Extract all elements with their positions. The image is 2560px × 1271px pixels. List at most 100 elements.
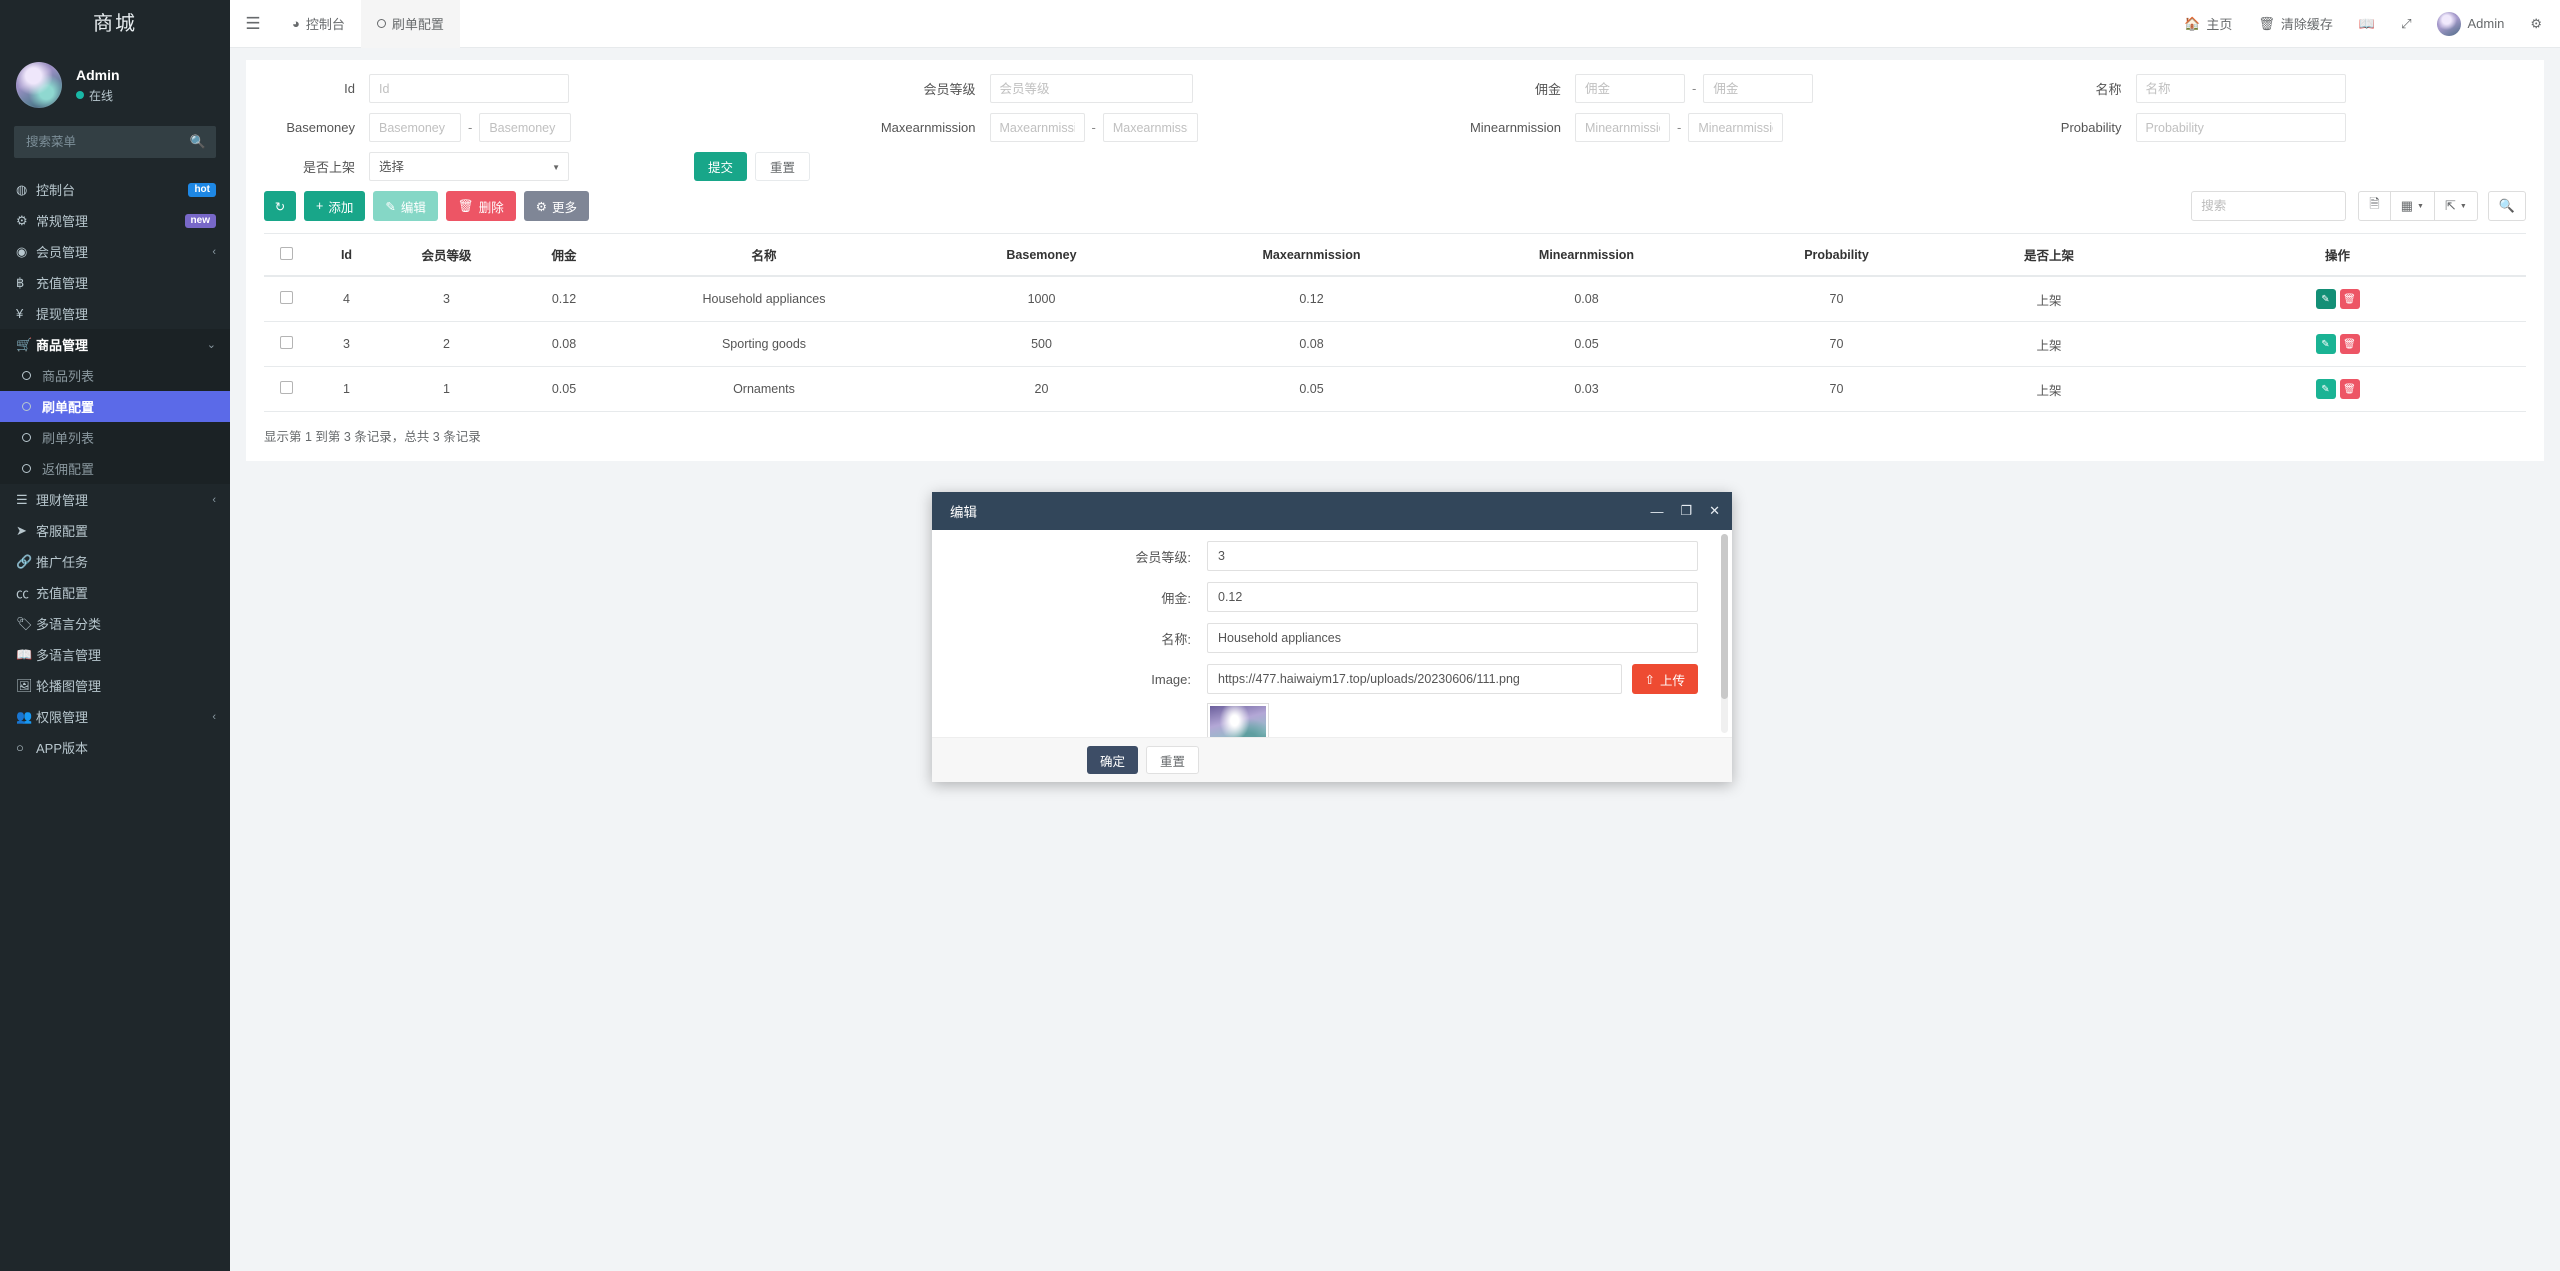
- th-minearn[interactable]: Minearnmission: [1449, 233, 1724, 277]
- close-icon[interactable]: ✕: [1709, 503, 1720, 519]
- home-button[interactable]: 🏠 主页: [2184, 14, 2232, 33]
- settings-button[interactable]: ⚙: [2530, 16, 2542, 32]
- th-name[interactable]: 名称: [619, 233, 909, 277]
- th-shelf[interactable]: 是否上架: [1949, 233, 2149, 277]
- cell-probability: 70: [1724, 276, 1949, 322]
- row-checkbox[interactable]: [280, 336, 293, 349]
- modal-input-image[interactable]: [1207, 664, 1622, 694]
- field-commission-max[interactable]: [1703, 74, 1814, 103]
- th-level[interactable]: 会员等级: [384, 233, 509, 277]
- user-panel[interactable]: Admin 在线: [0, 48, 230, 122]
- field-basemoney-min[interactable]: [369, 113, 461, 142]
- th-actions[interactable]: 操作: [2149, 233, 2526, 277]
- grid-view-button[interactable]: ▦ ▼: [2389, 191, 2435, 221]
- row-checkbox[interactable]: [280, 381, 293, 394]
- modal-header[interactable]: 编辑 — ❐ ✕: [932, 492, 1732, 530]
- sidebar-subitem-1[interactable]: 刷单配置: [0, 391, 230, 422]
- add-button[interactable]: + 添加: [304, 191, 366, 221]
- cell-id: 4: [309, 276, 384, 322]
- sidebar-subitem-3[interactable]: 返佣配置: [0, 453, 230, 484]
- delete-button[interactable]: 🗑 删除: [445, 191, 516, 221]
- sidebar-item-9[interactable]: ㏄充值配置: [0, 577, 230, 608]
- table-row[interactable]: 4 3 0.12 Household appliances 1000 0.12 0.08 70…: [264, 276, 2526, 322]
- th-maxearn[interactable]: Maxearnmission: [1174, 233, 1449, 277]
- hamburger-icon[interactable]: ☰: [230, 14, 276, 34]
- field-maxearn-max[interactable]: [1102, 113, 1198, 142]
- fullscreen-button[interactable]: ⤢: [2401, 16, 2411, 32]
- sidebar-subitem-0[interactable]: 商品列表: [0, 360, 230, 391]
- sidebar-item-7[interactable]: ➤ 客服配置: [0, 515, 230, 546]
- field-probability-input[interactable]: [2135, 113, 2346, 142]
- row-edit-button[interactable]: ✎: [2315, 289, 2336, 309]
- sidebar-item-label: 控制台: [36, 183, 76, 198]
- cell-maxearn: 0.12: [1174, 276, 1449, 322]
- image-thumbnail[interactable]: [1207, 703, 1269, 737]
- table-search-input[interactable]: [2191, 191, 2347, 221]
- row-delete-button[interactable]: 🗑: [2339, 289, 2360, 309]
- sidebar-item-0[interactable]: ◍ 控制台 hot: [0, 174, 230, 205]
- clear-cache-button[interactable]: 🗑 清除缓存: [2258, 14, 2333, 33]
- row-delete-button[interactable]: 🗑: [2339, 379, 2360, 399]
- table-row[interactable]: 3 2 0.08 Sporting goods 500 0.08 0.05 70 上架 ✎ 🗑: [264, 321, 2526, 367]
- minimize-icon[interactable]: —: [1650, 504, 1663, 519]
- modal-scrollbar-thumb[interactable]: [1721, 534, 1728, 699]
- user-menu[interactable]: Admin: [2437, 11, 2504, 36]
- sidebar-search[interactable]: 🔍: [14, 126, 216, 158]
- row-edit-button[interactable]: ✎: [2315, 334, 2336, 354]
- tab-shuadan-config[interactable]: 刷单配置: [360, 0, 460, 48]
- field-id-input[interactable]: [369, 74, 569, 103]
- upload-button[interactable]: ⇧ 上传: [1631, 664, 1698, 694]
- sidebar-item-3[interactable]: ฿ 充值管理: [0, 267, 230, 298]
- field-maxearn-min[interactable]: [989, 113, 1085, 142]
- th-basemoney[interactable]: Basemoney: [909, 233, 1174, 277]
- advanced-search-button[interactable]: 🔍: [2487, 191, 2526, 221]
- columns-toggle-button[interactable]: 🗎: [2358, 191, 2391, 221]
- sidebar-item-8[interactable]: 🔗 推广任务: [0, 546, 230, 577]
- sidebar-item-1[interactable]: ⚙ 常规管理 new: [0, 205, 230, 236]
- language-button[interactable]: 📖: [2359, 16, 2375, 32]
- modal-footer: 确定 重置: [932, 737, 1732, 782]
- sidebar-item-13[interactable]: 👥 权限管理 ‹: [0, 701, 230, 732]
- sidebar-item-12[interactable]: 🖼 轮播图管理: [0, 670, 230, 701]
- sidebar-item-14[interactable]: ○ APP版本: [0, 732, 230, 763]
- refresh-button[interactable]: ↻: [264, 191, 296, 221]
- modal-reset-button[interactable]: 重置: [1146, 746, 1200, 774]
- th-commission[interactable]: 佣金: [509, 233, 619, 277]
- sidebar-subitem-2[interactable]: 刷单列表: [0, 422, 230, 453]
- table-row[interactable]: 1 1 0.05 Ornaments 20 0.05 0.03 70 上架 ✎ 🗑: [264, 366, 2526, 412]
- modal-input-commission[interactable]: [1207, 582, 1698, 612]
- maximize-icon[interactable]: ❐: [1680, 503, 1692, 519]
- cell-id: 1: [309, 366, 384, 412]
- row-edit-button[interactable]: ✎: [2315, 379, 2336, 399]
- field-level-input[interactable]: [989, 74, 1193, 103]
- modal-input-level[interactable]: [1207, 541, 1698, 571]
- field-shelf-select[interactable]: 选择: [369, 152, 569, 181]
- submit-button[interactable]: 提交: [694, 152, 748, 181]
- row-checkbox[interactable]: [280, 291, 293, 304]
- field-commission-min[interactable]: [1575, 74, 1685, 103]
- search-menu-input[interactable]: [24, 134, 190, 150]
- field-name-input[interactable]: [2135, 74, 2346, 103]
- sidebar-item-4[interactable]: ¥ 提现管理: [0, 298, 230, 329]
- field-basemoney-max[interactable]: [479, 113, 572, 142]
- cell-shelf: 上架: [1949, 321, 2149, 367]
- confirm-button[interactable]: 确定: [1087, 746, 1139, 774]
- field-minearn-max[interactable]: [1688, 113, 1784, 142]
- sidebar-item-2[interactable]: ◉ 会员管理 ‹: [0, 236, 230, 267]
- th-id[interactable]: Id: [309, 233, 384, 277]
- edit-button[interactable]: ✎ 编辑: [373, 191, 438, 221]
- modal-input-name[interactable]: [1207, 623, 1698, 653]
- search-row-2: Basemoney - Maxearnmission - Minearnmiss…: [264, 113, 2526, 142]
- sidebar-item-5[interactable]: 🛒 商品管理 ⌄: [0, 329, 230, 360]
- reset-button[interactable]: 重置: [755, 152, 811, 181]
- sidebar-item-11[interactable]: 📖 多语言管理: [0, 639, 230, 670]
- select-all-checkbox[interactable]: [280, 246, 293, 260]
- th-probability[interactable]: Probability: [1724, 233, 1949, 277]
- more-button[interactable]: ⚙ 更多: [523, 191, 589, 221]
- sidebar-item-6[interactable]: ☰ 理财管理 ‹: [0, 484, 230, 515]
- export-button[interactable]: ⇱ ▼: [2433, 191, 2478, 221]
- field-minearn-min[interactable]: [1575, 113, 1670, 142]
- sidebar-item-10[interactable]: 🏷 多语言分类: [0, 608, 230, 639]
- tab-dashboard[interactable]: ◕ 控制台: [276, 0, 361, 48]
- row-delete-button[interactable]: 🗑: [2339, 334, 2360, 354]
